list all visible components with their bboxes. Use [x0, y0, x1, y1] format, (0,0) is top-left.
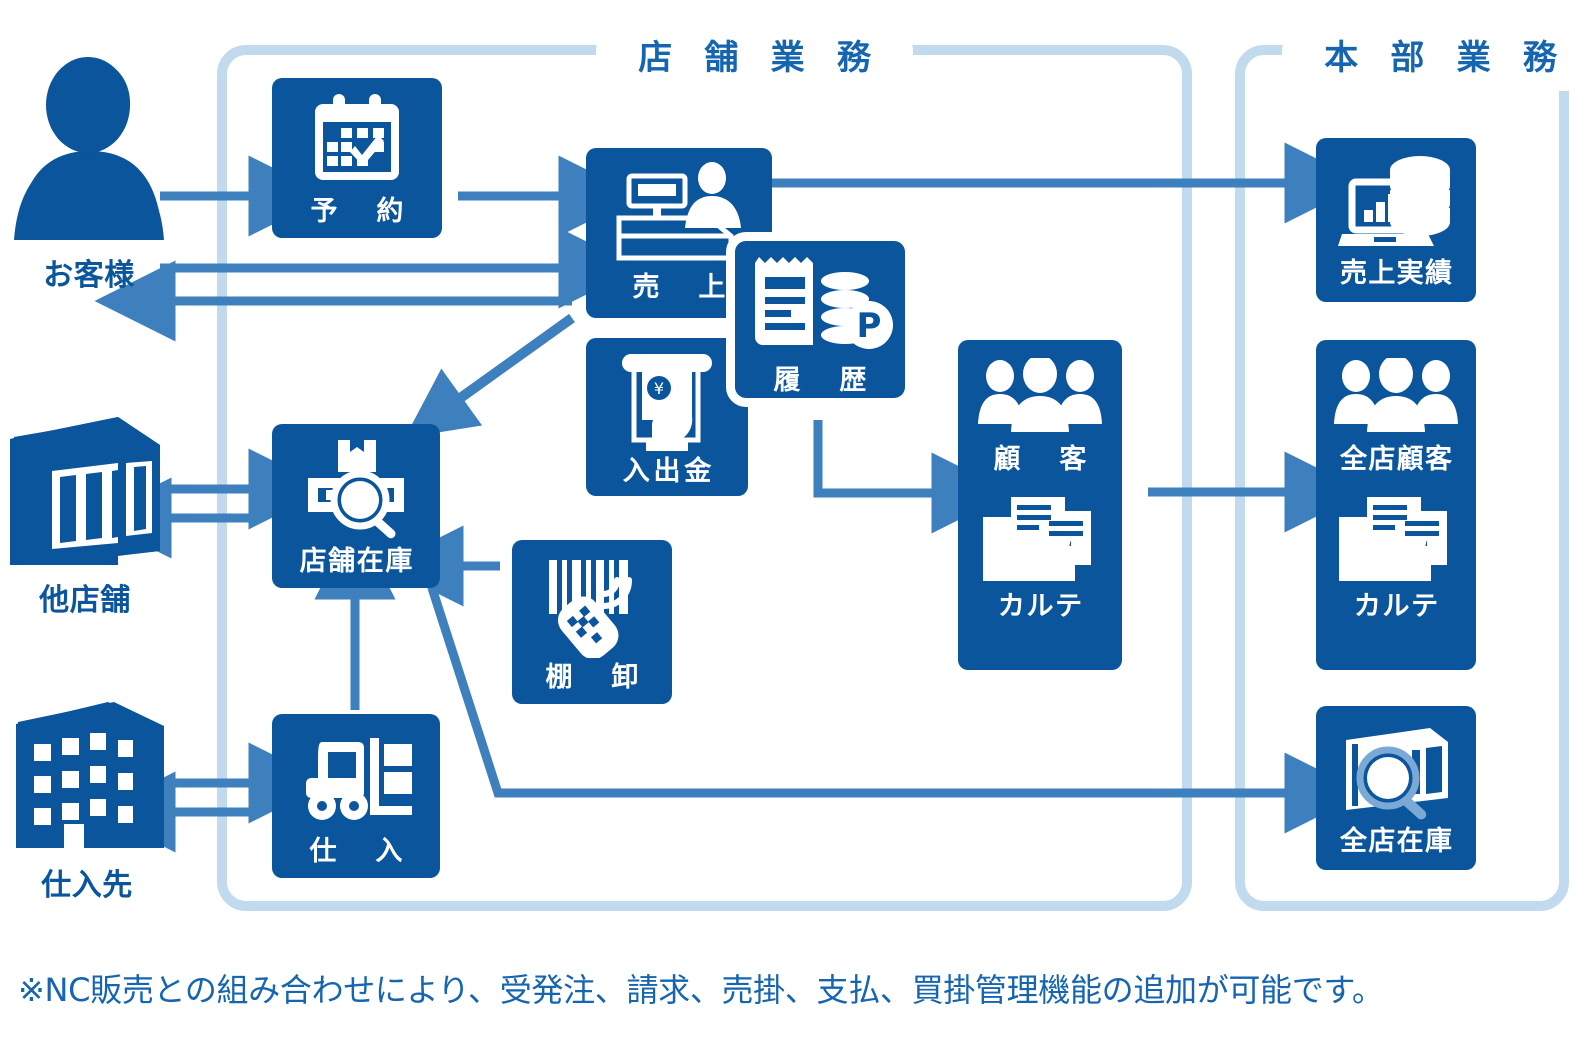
folder-documents-icon [983, 497, 1091, 581]
actor-label-otherstore: 他店舗 [39, 583, 131, 618]
card-label-history: 履 歴 [773, 365, 873, 396]
office-building-icon [16, 702, 158, 848]
three-people-icon [978, 358, 1102, 432]
card-label-reservation: 予 約 [310, 196, 410, 227]
card-purchase[interactable]: 仕 入 [272, 714, 440, 878]
calendar-check-icon [315, 94, 399, 180]
actor-customer: お客様 [14, 55, 164, 294]
svg-text:P: P [857, 306, 882, 346]
footnote: ※NC販売との組み合わせにより、受発注、請求、売掛、支払、買掛管理機能の追加が可… [18, 971, 1384, 1009]
card-allcustomer-karte[interactable]: 全店顧客 カルテ [1316, 340, 1476, 670]
card-stocktake[interactable]: 棚 卸 [512, 540, 672, 704]
card-storestock[interactable]: 店舗在庫 [272, 424, 440, 588]
actor-supplier: 仕入先 [12, 700, 162, 904]
card-reservation[interactable]: 予 約 [272, 78, 442, 238]
card-history[interactable]: P 履 歴 [726, 232, 914, 407]
card-label-allkarte: カルテ [1353, 591, 1440, 622]
store-magnifier-icon [1346, 728, 1448, 820]
card-label-sales: 売 上 [632, 272, 732, 303]
arrow-history-customerdb [813, 420, 1013, 534]
box-magnifier-icon [308, 440, 404, 539]
barcode-scanner-icon [549, 560, 632, 658]
storefront-icon [10, 417, 160, 565]
svg-text:¥: ¥ [654, 379, 664, 398]
diagram-canvas: 店 舗 業 務 本 部 業 務 お客様 他店舗 仕入先 予 約 売 上 ¥ 入出… [0, 0, 1582, 1048]
store-zone-title: 店 舗 業 務 [602, 24, 908, 85]
card-customer-karte[interactable]: 顧 客 カルテ [958, 340, 1122, 670]
arrow-sales-storestock [404, 313, 575, 438]
person-icon [14, 57, 164, 240]
card-salesresult[interactable]: 売上実績 [1316, 138, 1476, 302]
card-label-allstock: 全店在庫 [1339, 826, 1454, 857]
receipt-coins-point-icon: P [755, 257, 893, 349]
card-label-stocktake: 棚 卸 [545, 662, 645, 693]
folder-documents-icon [1339, 497, 1447, 581]
card-label-cashflow: 入出金 [622, 456, 716, 487]
laptop-chart-coins-icon [1338, 156, 1450, 246]
card-allstock[interactable]: 全店在庫 [1316, 706, 1476, 870]
card-label-storestock: 店舗在庫 [299, 546, 415, 577]
actor-otherstore: 他店舗 [6, 415, 164, 619]
card-label-karte: カルテ [997, 591, 1084, 622]
forklift-icon [306, 738, 412, 820]
actor-label-customer: お客様 [43, 258, 135, 293]
card-cashflow[interactable]: ¥ 入出金 [586, 338, 748, 496]
atm-hand-cash-icon: ¥ [622, 354, 712, 451]
card-label-allcustomer: 全店顧客 [1339, 444, 1454, 475]
hq-zone-title: 本 部 業 務 [1288, 24, 1582, 85]
card-label-customerdb: 顧 客 [993, 444, 1093, 475]
actor-label-supplier: 仕入先 [41, 868, 133, 903]
card-label-purchase: 仕 入 [309, 836, 409, 867]
card-label-salesresult: 売上実績 [1339, 258, 1454, 289]
three-people-icon [1334, 358, 1458, 432]
